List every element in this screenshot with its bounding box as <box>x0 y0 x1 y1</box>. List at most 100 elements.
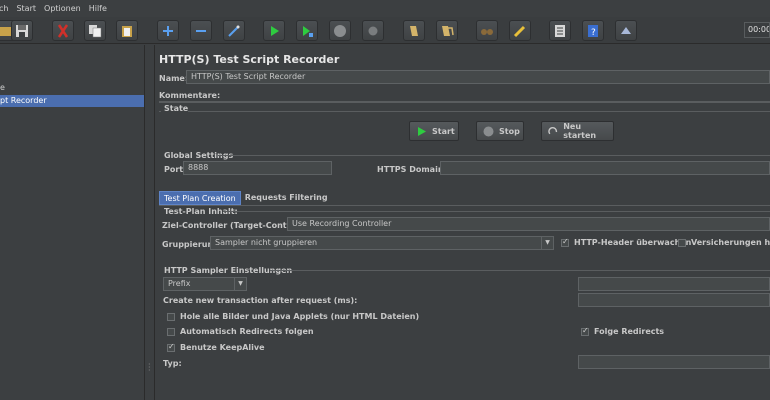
add-assertions-label: Versicherungen hinzu <box>691 238 770 247</box>
toggle-button[interactable] <box>223 20 245 41</box>
remove-button[interactable] <box>190 20 212 41</box>
restart-button[interactable]: Neu starten <box>541 121 614 141</box>
port-input[interactable]: 8888 <box>183 161 332 175</box>
sampler-settings-border <box>270 270 770 271</box>
global-settings-border <box>218 155 770 156</box>
chevron-down-icon: ▼ <box>541 237 553 249</box>
save-icon <box>16 24 28 37</box>
tree-item-workbench[interactable]: e <box>0 83 5 92</box>
drag-grip-icon: · · · <box>148 360 151 375</box>
type-input[interactable] <box>578 355 770 369</box>
tab-test-plan-creation[interactable]: Test Plan Creation <box>159 191 241 205</box>
name-input[interactable]: HTTP(S) Test Script Recorder <box>186 70 770 84</box>
follow-redirects-checkbox[interactable]: Folge Redirects <box>581 326 665 336</box>
test-plan-tree: e pt Recorder <box>0 45 145 400</box>
copy-button[interactable] <box>84 20 106 41</box>
checkbox-box <box>561 237 569 247</box>
test-plan-content-border <box>223 211 770 212</box>
search-button[interactable] <box>476 20 498 41</box>
transaction-pause-input[interactable] <box>578 293 770 307</box>
keepalive-label: Benutze KeepAlive <box>180 343 265 352</box>
prefix-select[interactable]: Prefix ▼ <box>163 277 247 291</box>
auto-redirect-checkbox[interactable]: Automatisch Redirects folgen <box>167 327 314 336</box>
auto-redirect-label: Automatisch Redirects folgen <box>180 327 314 336</box>
follow-redirects-label: Folge Redirects <box>594 327 665 336</box>
state-group-border <box>159 111 161 112</box>
tree-item-recorder[interactable]: pt Recorder <box>0 95 144 107</box>
clear-all-icon <box>442 25 454 36</box>
add-assertions-checkbox[interactable]: Versicherungen hinzu <box>678 238 770 247</box>
name-label: Name: <box>159 74 189 83</box>
function-helper-button[interactable] <box>549 20 571 41</box>
broom-icon <box>513 25 526 37</box>
https-domains-input[interactable] <box>440 161 770 175</box>
recorder-panel: HTTP(S) Test Script Recorder Name: HTTP(… <box>156 45 770 400</box>
clear-all-button[interactable] <box>436 20 458 41</box>
clear-button[interactable] <box>403 20 425 41</box>
stop-button-label: Stop <box>499 126 520 136</box>
prefix-input[interactable] <box>578 277 770 291</box>
http-header-label: HTTP-Header überwachen <box>574 238 692 247</box>
tab-requests-filtering[interactable]: Requests Filtering <box>241 191 332 205</box>
save-button[interactable] <box>11 20 33 41</box>
cut-button[interactable] <box>52 20 74 41</box>
wand-icon <box>228 24 240 37</box>
comment-input[interactable] <box>159 101 770 103</box>
elapsed-timer: 00:00 <box>744 22 770 38</box>
cut-icon <box>57 23 69 38</box>
checkbox-box <box>167 342 175 352</box>
toolbar: ? 00:00 <box>0 17 770 44</box>
paste-button[interactable] <box>116 20 138 41</box>
checkbox-box <box>167 327 175 336</box>
grouping-select-value: Sampler nicht gruppieren <box>215 238 318 247</box>
keepalive-checkbox[interactable]: Benutze KeepAlive <box>167 342 265 352</box>
state-group-border-right <box>188 111 770 112</box>
prefix-select-value: Prefix <box>168 279 191 288</box>
menu-search[interactable]: ch <box>0 4 8 13</box>
transaction-pause-label: Create new transaction after request (ms… <box>163 296 358 305</box>
state-group-title: State <box>164 104 189 113</box>
menu-start[interactable]: Start <box>16 4 36 13</box>
menu-help[interactable]: Hilfe <box>89 4 107 13</box>
start-button-toolbar[interactable] <box>263 20 285 41</box>
shutdown-icon <box>368 26 378 35</box>
remote-button[interactable] <box>615 20 637 41</box>
help-icon: ? <box>588 24 598 38</box>
tab-divider <box>159 205 770 206</box>
embedded-resources-checkbox[interactable]: Hole alle Bilder und Java Applets (nur H… <box>167 312 419 321</box>
menu-bar: ch Start Optionen Hilfe <box>0 0 770 17</box>
start-no-pauses-icon <box>303 25 313 37</box>
start-icon <box>271 25 279 36</box>
restart-button-label: Neu starten <box>563 122 597 140</box>
svg-text:?: ? <box>591 28 596 38</box>
grouping-select[interactable]: Sampler nicht gruppieren ▼ <box>210 236 554 250</box>
embedded-resources-label: Hole alle Bilder und Java Applets (nur H… <box>180 312 420 321</box>
reset-search-button[interactable] <box>509 20 531 41</box>
stop-button-toolbar[interactable] <box>329 20 351 41</box>
comment-label: Kommentare: <box>159 91 221 100</box>
checkbox-box <box>167 312 175 321</box>
start-button[interactable]: Start <box>409 121 459 141</box>
function-helper-icon <box>555 24 565 37</box>
recorder-tabs: Test Plan Creation Requests Filtering <box>159 191 332 205</box>
split-pane-divider[interactable]: · · · <box>145 45 155 400</box>
help-button[interactable]: ? <box>582 20 604 41</box>
target-controller-select[interactable]: Use Recording Controller <box>287 217 770 231</box>
restart-icon <box>548 126 558 134</box>
menu-options[interactable]: Optionen <box>44 4 81 13</box>
checkbox-box <box>678 238 686 247</box>
chevron-down-icon: ▼ <box>234 278 246 290</box>
add-button[interactable] <box>157 20 179 41</box>
search-icon <box>481 28 493 35</box>
start-no-pauses-button[interactable] <box>296 20 318 41</box>
checkbox-box <box>581 326 589 336</box>
type-label: Typ: <box>163 359 182 368</box>
stop-button[interactable]: Stop <box>476 121 524 141</box>
page-title: HTTP(S) Test Script Recorder <box>159 53 340 66</box>
clear-icon <box>410 25 418 36</box>
start-icon <box>418 126 426 136</box>
shutdown-button[interactable] <box>362 20 384 41</box>
stop-icon <box>334 24 346 37</box>
http-header-checkbox[interactable]: HTTP-Header überwachen <box>561 237 692 247</box>
remote-icon <box>621 26 631 34</box>
